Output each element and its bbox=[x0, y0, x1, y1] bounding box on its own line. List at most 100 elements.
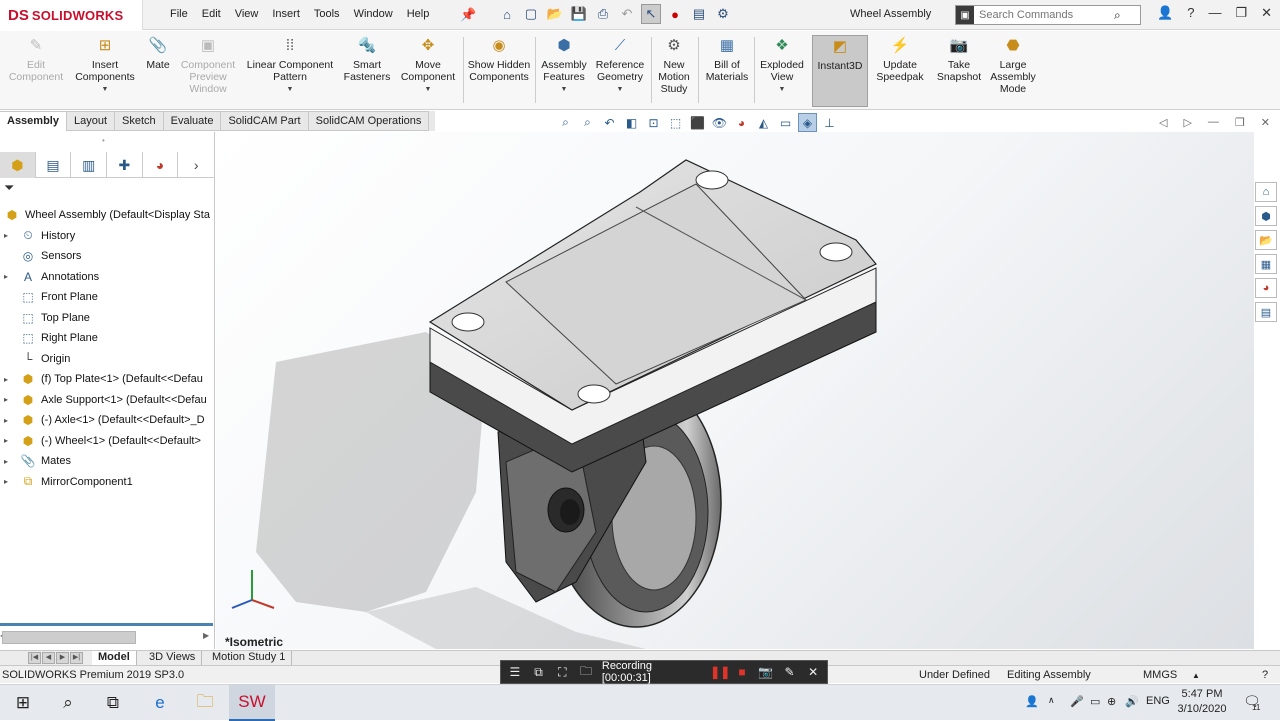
draw-pen-icon[interactable]: ✎ bbox=[782, 665, 798, 679]
horizontal-scrollbar[interactable] bbox=[2, 631, 136, 644]
assembly-features-button[interactable]: ⬢ Assembly Features ▼ bbox=[540, 35, 588, 107]
apply-scene-icon[interactable]: ◭ bbox=[754, 113, 773, 132]
expand-arrow-icon[interactable]: ▸ bbox=[0, 272, 12, 281]
tab-solidcam-part[interactable]: SolidCAM Part bbox=[221, 111, 309, 131]
restore-icon[interactable]: ❐ bbox=[1235, 5, 1247, 21]
new-document-icon[interactable]: ▢ bbox=[521, 4, 541, 24]
menu-file[interactable]: File bbox=[170, 8, 188, 20]
filter-icon[interactable]: ⏷ bbox=[4, 180, 14, 196]
tree-item-mates[interactable]: ▸ 📎 Mates bbox=[0, 451, 214, 472]
solidworks-taskbar-icon[interactable]: SW bbox=[229, 685, 275, 721]
home-icon[interactable]: ⌂ bbox=[497, 4, 517, 24]
chevron-down-icon[interactable]: ▼ bbox=[779, 84, 786, 96]
print-icon[interactable]: ⎙ bbox=[593, 4, 613, 24]
insert-components-button[interactable]: ⊞ Insert Components ▼ bbox=[73, 35, 137, 107]
move-component-button[interactable]: ✥ Move Component ▼ bbox=[397, 35, 459, 107]
chevron-down-icon[interactable]: ▼ bbox=[561, 84, 568, 96]
menu-view[interactable]: View bbox=[235, 8, 259, 20]
take-snapshot-button[interactable]: 📷 Take Snapshot bbox=[933, 35, 985, 107]
show-hidden-components-button[interactable]: ◉ Show Hidden Components bbox=[467, 35, 531, 107]
menu-tools[interactable]: Tools bbox=[314, 8, 340, 20]
linear-component-pattern-button[interactable]: ⁞⁞ Linear Component Pattern ▼ bbox=[244, 35, 336, 107]
section-view-icon[interactable]: ◧ bbox=[622, 113, 641, 132]
close-icon[interactable]: ✕ bbox=[1261, 5, 1272, 21]
solidworks-logo[interactable]: DS SOLIDWORKS bbox=[0, 0, 143, 30]
search-scope-icon[interactable]: ▣ bbox=[956, 6, 974, 24]
volume-icon[interactable]: 🔊 bbox=[1125, 695, 1139, 708]
open-folder-icon[interactable]: 📂 bbox=[545, 4, 565, 24]
tab-evaluate[interactable]: Evaluate bbox=[163, 111, 222, 131]
resize-window-icon[interactable]: ⧉ bbox=[531, 665, 547, 680]
microphone-icon[interactable]: 🎤 bbox=[1070, 695, 1084, 708]
options-gear-icon[interactable]: ⚙ bbox=[713, 4, 733, 24]
edit-component-button[interactable]: ✎ Edit Component bbox=[6, 35, 66, 107]
tree-item-axle[interactable]: ▸ ⬢ (-) Axle<1> (Default<<Default>_D bbox=[0, 410, 214, 431]
user-icon[interactable]: 👤 bbox=[1025, 695, 1039, 708]
rollback-bar[interactable] bbox=[0, 623, 213, 626]
tree-item-top-plane[interactable]: ⬚ Top Plane bbox=[0, 308, 214, 329]
tree-item-origin[interactable]: └ Origin bbox=[0, 349, 214, 370]
help-icon[interactable]: ? bbox=[1187, 5, 1194, 21]
camera-icon[interactable]: 📷 bbox=[758, 665, 774, 679]
tab-motion-study-1[interactable]: Motion Study 1 bbox=[206, 651, 293, 665]
search-icon[interactable]: ⌕ bbox=[45, 685, 91, 721]
first-tab-icon[interactable]: |◀ bbox=[28, 652, 41, 664]
bill-of-materials-button[interactable]: ▦ Bill of Materials bbox=[704, 35, 750, 107]
menu-edit[interactable]: Edit bbox=[202, 8, 221, 20]
undo-icon[interactable]: ↶ bbox=[617, 4, 637, 24]
view-palette-icon[interactable]: ▦ bbox=[1255, 254, 1277, 274]
zoom-to-fit-icon[interactable]: ⌕ bbox=[556, 113, 575, 132]
panel-handle-icon[interactable]: • bbox=[102, 136, 105, 145]
expand-arrow-icon[interactable]: ▸ bbox=[0, 375, 12, 384]
display-style-icon[interactable]: ⬛ bbox=[688, 113, 707, 132]
tree-item-right-plane[interactable]: ⬚ Right Plane bbox=[0, 328, 214, 349]
windows-start-icon[interactable]: ⊞ bbox=[0, 685, 46, 721]
tree-item-sensors[interactable]: ◎ Sensors bbox=[0, 246, 214, 267]
search-commands-box[interactable]: ▣ ⌕ bbox=[955, 5, 1141, 25]
file-explorer-icon[interactable]: 🗀 bbox=[182, 685, 228, 721]
tab-assembly[interactable]: Assembly bbox=[0, 111, 67, 131]
network-icon[interactable]: ⊕ bbox=[1107, 695, 1116, 708]
task-view-icon[interactable]: ⧉ bbox=[90, 685, 136, 721]
prev-tab-icon[interactable]: ◀ bbox=[42, 652, 55, 664]
status-help-icon[interactable]: ? bbox=[1262, 669, 1268, 681]
tab-layout[interactable]: Layout bbox=[66, 111, 116, 131]
smart-fasteners-button[interactable]: 🔩 Smart Fasteners bbox=[342, 35, 392, 107]
menu-icon[interactable]: ☰ bbox=[507, 665, 523, 679]
search-input[interactable] bbox=[974, 9, 1114, 21]
edge-browser-icon[interactable]: e bbox=[137, 685, 183, 721]
view-right-icon[interactable]: ▷ bbox=[1183, 116, 1191, 129]
chevron-down-icon[interactable]: ▼ bbox=[102, 84, 109, 96]
property-manager-tab-icon[interactable]: ▤ bbox=[36, 152, 72, 178]
taskbar-clock[interactable]: 5:47 PM 3/10/2020 bbox=[1172, 687, 1232, 717]
next-tab-icon[interactable]: ▶ bbox=[56, 652, 69, 664]
chevron-down-icon[interactable]: ▼ bbox=[425, 84, 432, 96]
units-status[interactable]: MMGS bbox=[1143, 669, 1177, 681]
custom-properties-icon[interactable]: ▤ bbox=[1255, 302, 1277, 322]
zoom-to-area-icon[interactable]: ⌕ bbox=[578, 113, 597, 132]
graphics-area[interactable] bbox=[216, 132, 1254, 649]
file-properties-icon[interactable]: ▤ bbox=[689, 4, 709, 24]
expand-arrow-icon[interactable]: ▸ bbox=[0, 231, 12, 240]
tab-3d-views[interactable]: 3D Views bbox=[143, 651, 203, 665]
edit-appearance-icon[interactable]: ◕ bbox=[732, 113, 751, 132]
scroll-right-icon[interactable]: ▶ bbox=[203, 631, 209, 640]
view-orientation-icon[interactable]: ⬚ bbox=[666, 113, 685, 132]
tree-item-annotations[interactable]: ▸ A Annotations bbox=[0, 267, 214, 288]
instant3d-view-icon[interactable]: ◈ bbox=[798, 113, 817, 132]
chevron-down-icon[interactable]: ▼ bbox=[617, 84, 624, 96]
panel-expand-icon[interactable]: › bbox=[178, 152, 214, 178]
region-select-icon[interactable]: ⛶ bbox=[554, 665, 570, 680]
expand-arrow-icon[interactable]: ▸ bbox=[0, 416, 12, 425]
dynamic-annotation-icon[interactable]: ⊡ bbox=[644, 113, 663, 132]
design-library-icon[interactable]: ⬢ bbox=[1255, 206, 1277, 226]
update-speedpak-button[interactable]: ⚡ Update Speedpak bbox=[874, 35, 926, 107]
input-language[interactable]: ENG bbox=[1146, 695, 1170, 707]
view-settings-icon[interactable]: ▭ bbox=[776, 113, 795, 132]
pause-icon[interactable]: ❚❚ bbox=[710, 665, 730, 679]
user-icon[interactable]: 👤 bbox=[1157, 5, 1173, 21]
chevron-down-icon[interactable]: ▼ bbox=[287, 84, 294, 96]
stop-icon[interactable]: ■ bbox=[734, 665, 750, 679]
save-icon[interactable]: 💾 bbox=[569, 4, 589, 24]
hide-show-items-icon[interactable]: 👁 bbox=[710, 113, 729, 132]
